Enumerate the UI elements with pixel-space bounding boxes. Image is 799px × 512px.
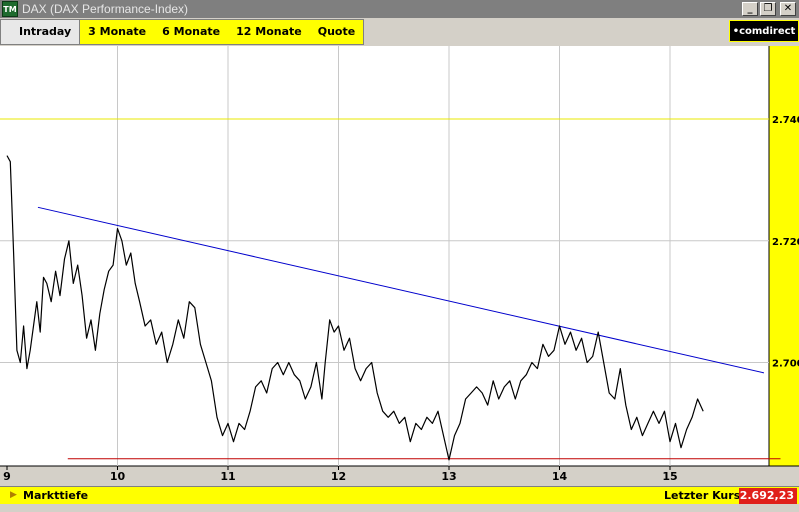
y-axis-band	[769, 46, 799, 466]
markttiefe-link[interactable]: Markttiefe	[23, 487, 88, 504]
close-button[interactable]: ✕	[780, 2, 796, 16]
last-price-value: 2.692,23	[739, 488, 797, 504]
x-tick-label: 13	[441, 470, 456, 483]
x-tick-label: 9	[3, 470, 11, 483]
tab-bar: Intraday 3 Monate 6 Monate 12 Monate Quo…	[0, 19, 799, 45]
y-tick-label: 2.740	[772, 115, 799, 126]
x-tick-label: 15	[662, 470, 677, 483]
window-title: DAX (DAX Performance-Index)	[22, 2, 189, 16]
x-tick-label: 14	[552, 470, 568, 483]
dax-intraday-chart: 9 10 11 12 13 14 15 2.700 2.720 2.740	[0, 46, 799, 486]
bottom-strip	[0, 504, 799, 512]
period-tabs: Intraday 3 Monate 6 Monate 12 Monate Quo…	[0, 19, 365, 45]
triangle-right-icon: ▶	[10, 490, 17, 500]
app-logo-icon: TM	[2, 1, 18, 17]
chart-area: 9 10 11 12 13 14 15 2.700 2.720 2.740	[0, 46, 799, 486]
status-bar: ▶ Markttiefe Letzter Kurs 2.692,23	[0, 486, 799, 504]
x-tick-label: 11	[220, 470, 235, 483]
tab-intraday[interactable]: Intraday	[1, 20, 81, 44]
tab-3-monate[interactable]: 3 Monate	[80, 20, 154, 44]
y-tick-label: 2.700	[772, 359, 799, 370]
tab-6-monate[interactable]: 6 Monate	[154, 20, 228, 44]
restore-button[interactable]: ❐	[760, 2, 776, 16]
last-price-label: Letzter Kurs	[664, 489, 741, 502]
window-titlebar: TM DAX (DAX Performance-Index) _ ❐ ✕	[0, 0, 799, 18]
plot-background	[0, 46, 769, 466]
minimize-button[interactable]: _	[742, 2, 758, 16]
tab-12-monate[interactable]: 12 Monate	[228, 20, 310, 44]
y-tick-label: 2.720	[772, 237, 799, 248]
comdirect-logo: •comdirect	[729, 20, 799, 42]
x-tick-label: 12	[331, 470, 346, 483]
x-tick-label: 10	[110, 470, 126, 483]
tab-quote[interactable]: Quote	[310, 20, 363, 44]
